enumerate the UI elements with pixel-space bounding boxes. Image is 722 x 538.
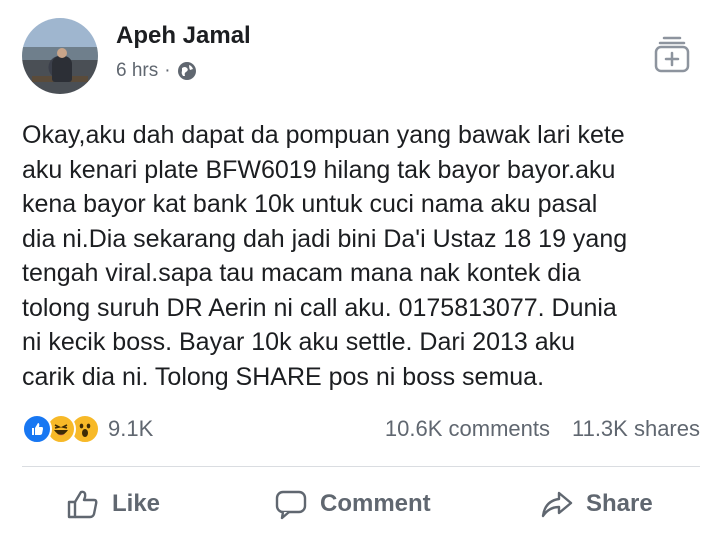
- post-meta: 6 hrs ·: [116, 60, 197, 82]
- comments-count[interactable]: 10.6K comments: [385, 416, 550, 442]
- globe-icon[interactable]: [177, 61, 197, 81]
- save-post-icon[interactable]: [652, 35, 692, 73]
- reaction-count: 9.1K: [108, 416, 154, 441]
- meta-separator: ·: [164, 60, 171, 81]
- reaction-summary[interactable]: 9.1K: [22, 414, 153, 444]
- comment-button[interactable]: Comment: [274, 488, 431, 520]
- shares-count[interactable]: 11.3K shares: [572, 416, 700, 442]
- post-action-bar: Like Comment Share: [0, 480, 722, 536]
- comment-bubble-icon: [275, 490, 307, 520]
- post-time[interactable]: 6 hrs: [116, 60, 158, 82]
- actions-divider: [22, 466, 700, 467]
- author-name[interactable]: Apeh Jamal: [116, 22, 251, 50]
- thumbs-up-icon: [67, 490, 98, 519]
- comment-label: Comment: [320, 490, 431, 517]
- like-label: Like: [112, 490, 161, 517]
- author-avatar[interactable]: [22, 18, 98, 94]
- post-body-text: Okay,aku dah dapat da pompuan yang bawak…: [22, 121, 628, 391]
- like-button[interactable]: Like: [66, 488, 160, 520]
- avatar-person: [52, 56, 72, 82]
- like-reaction-icon: [22, 414, 52, 444]
- avatar-head: [57, 48, 67, 58]
- engagement-stats: 10.6K comments 11.3K shares: [385, 416, 700, 442]
- share-label: Share: [586, 490, 653, 517]
- share-button[interactable]: Share: [540, 488, 653, 520]
- share-arrow-icon: [541, 491, 573, 518]
